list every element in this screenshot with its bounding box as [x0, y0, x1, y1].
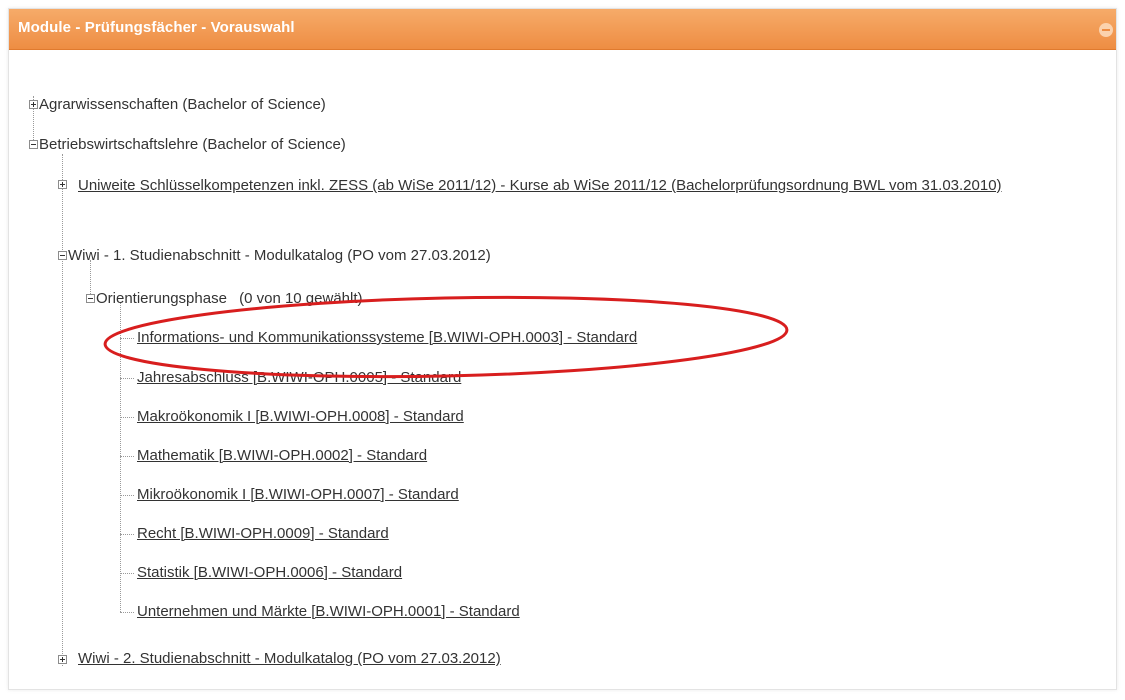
- collapse-icon[interactable]: [86, 294, 95, 303]
- tree-node-orientierungsphase[interactable]: Orientierungsphase (0 von 10 gewählt): [96, 289, 363, 309]
- collapse-icon[interactable]: [58, 251, 67, 260]
- tree-connector: [120, 417, 134, 418]
- module-link[interactable]: Mikroökonomik I [B.WIWI-OPH.0007] - Stan…: [137, 485, 459, 505]
- tree-connector: [120, 303, 121, 612]
- module-link[interactable]: Informations- und Kommunikationssysteme …: [137, 328, 637, 348]
- tree-connector: [120, 573, 134, 574]
- collapse-icon[interactable]: [29, 140, 38, 149]
- module-link[interactable]: Mathematik [B.WIWI-OPH.0002] - Standard: [137, 446, 427, 466]
- tree-node-agrarwissenschaften[interactable]: Agrarwissenschaften (Bachelor of Science…: [39, 95, 326, 115]
- module-link[interactable]: Makroökonomik I [B.WIWI-OPH.0008] - Stan…: [137, 407, 464, 427]
- tree-connector: [120, 612, 134, 613]
- selection-count: (0 von 10 gewählt): [239, 290, 363, 307]
- expand-icon[interactable]: [58, 655, 67, 664]
- expand-icon[interactable]: [58, 180, 67, 189]
- tree-node-uniweite-schluesselkompetenzen[interactable]: Uniweite Schlüsselkompetenzen inkl. ZESS…: [78, 172, 1108, 200]
- tree-connector: [120, 495, 134, 496]
- tree-connector: [62, 154, 63, 666]
- tree-connector: [120, 456, 134, 457]
- tree-connector: [120, 338, 134, 339]
- module-link[interactable]: Recht [B.WIWI-OPH.0009] - Standard: [137, 524, 389, 544]
- module-link[interactable]: Statistik [B.WIWI-OPH.0006] - Standard: [137, 563, 402, 583]
- tree-node-betriebswirtschaftslehre[interactable]: Betriebswirtschaftslehre (Bachelor of Sc…: [39, 135, 346, 155]
- expand-icon[interactable]: [29, 100, 38, 109]
- study-tree: Agrarwissenschaften (Bachelor of Science…: [0, 0, 1125, 700]
- orientierungsphase-label: Orientierungsphase: [96, 290, 227, 307]
- module-link[interactable]: Unternehmen und Märkte [B.WIWI-OPH.0001]…: [137, 602, 520, 622]
- tree-connector: [120, 534, 134, 535]
- tree-node-wiwi-1-studienabschnitt[interactable]: Wiwi - 1. Studienabschnitt - Modulkatalo…: [68, 246, 491, 266]
- tree-connector: [120, 378, 134, 379]
- module-link[interactable]: Jahresabschluss [B.WIWI-OPH.0005] - Stan…: [137, 368, 461, 388]
- tree-node-wiwi-2-studienabschnitt[interactable]: Wiwi - 2. Studienabschnitt - Modulkatalo…: [78, 649, 501, 669]
